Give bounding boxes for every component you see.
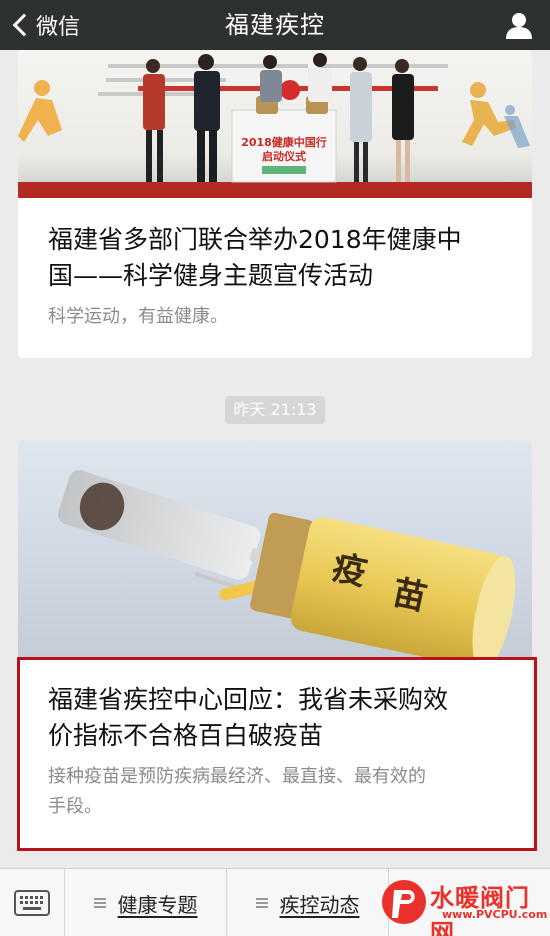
keyboard-toggle-button[interactable] [0,869,65,936]
article-card-1[interactable]: 2018健康中国行 启动仪式 福建省多部门联合举办2018年健康中 国——科学健… [18,50,532,358]
profile-icon[interactable] [504,10,534,40]
message-timestamp: 昨天 21:13 [225,396,325,424]
watermark-url: www.PVCPU.com [442,908,548,921]
article-2-photo: 疫 苗 [18,440,532,660]
keyboard-icon [14,890,50,916]
pvcpu-logo-icon [382,880,426,924]
menu-item-cdc-news[interactable]: 疾控动态 [227,869,389,936]
menu-lines-icon [93,898,106,908]
menu-lines-icon [255,898,268,908]
podium-banner: 2018健康中国行 [241,135,327,149]
podium-banner-2: 启动仪式 [262,149,306,163]
watermark-logo: 水暖阀门网 www.PVCPU.com [378,874,550,936]
article-2-desc: 接种疫苗是预防疾病最经济、最直接、最有效的 手段。 [48,766,426,817]
top-navbar: 微信 福建疾控 [0,0,550,50]
article-1-title[interactable]: 福建省多部门联合举办2018年健康中 国——科学健身主题宣传活动 [48,222,508,294]
watermark-text: 水暖阀门网 [430,884,530,936]
article-card-2[interactable]: 疫 苗 福建省疾控中心回应：我省未采购效 价指标不合格百白破疫苗 接种疫苗是预防… [18,440,532,850]
article-2-title[interactable]: 福建省疾控中心回应：我省未采购效 价指标不合格百白破疫苗 [48,682,508,754]
page-title: 福建疾控 [225,11,325,39]
menu-item-health-topics[interactable]: 健康专题 [65,869,227,936]
article-1-desc: 科学运动，有益健康。 [48,306,228,327]
article-1-photo: 2018健康中国行 启动仪式 [18,50,532,198]
